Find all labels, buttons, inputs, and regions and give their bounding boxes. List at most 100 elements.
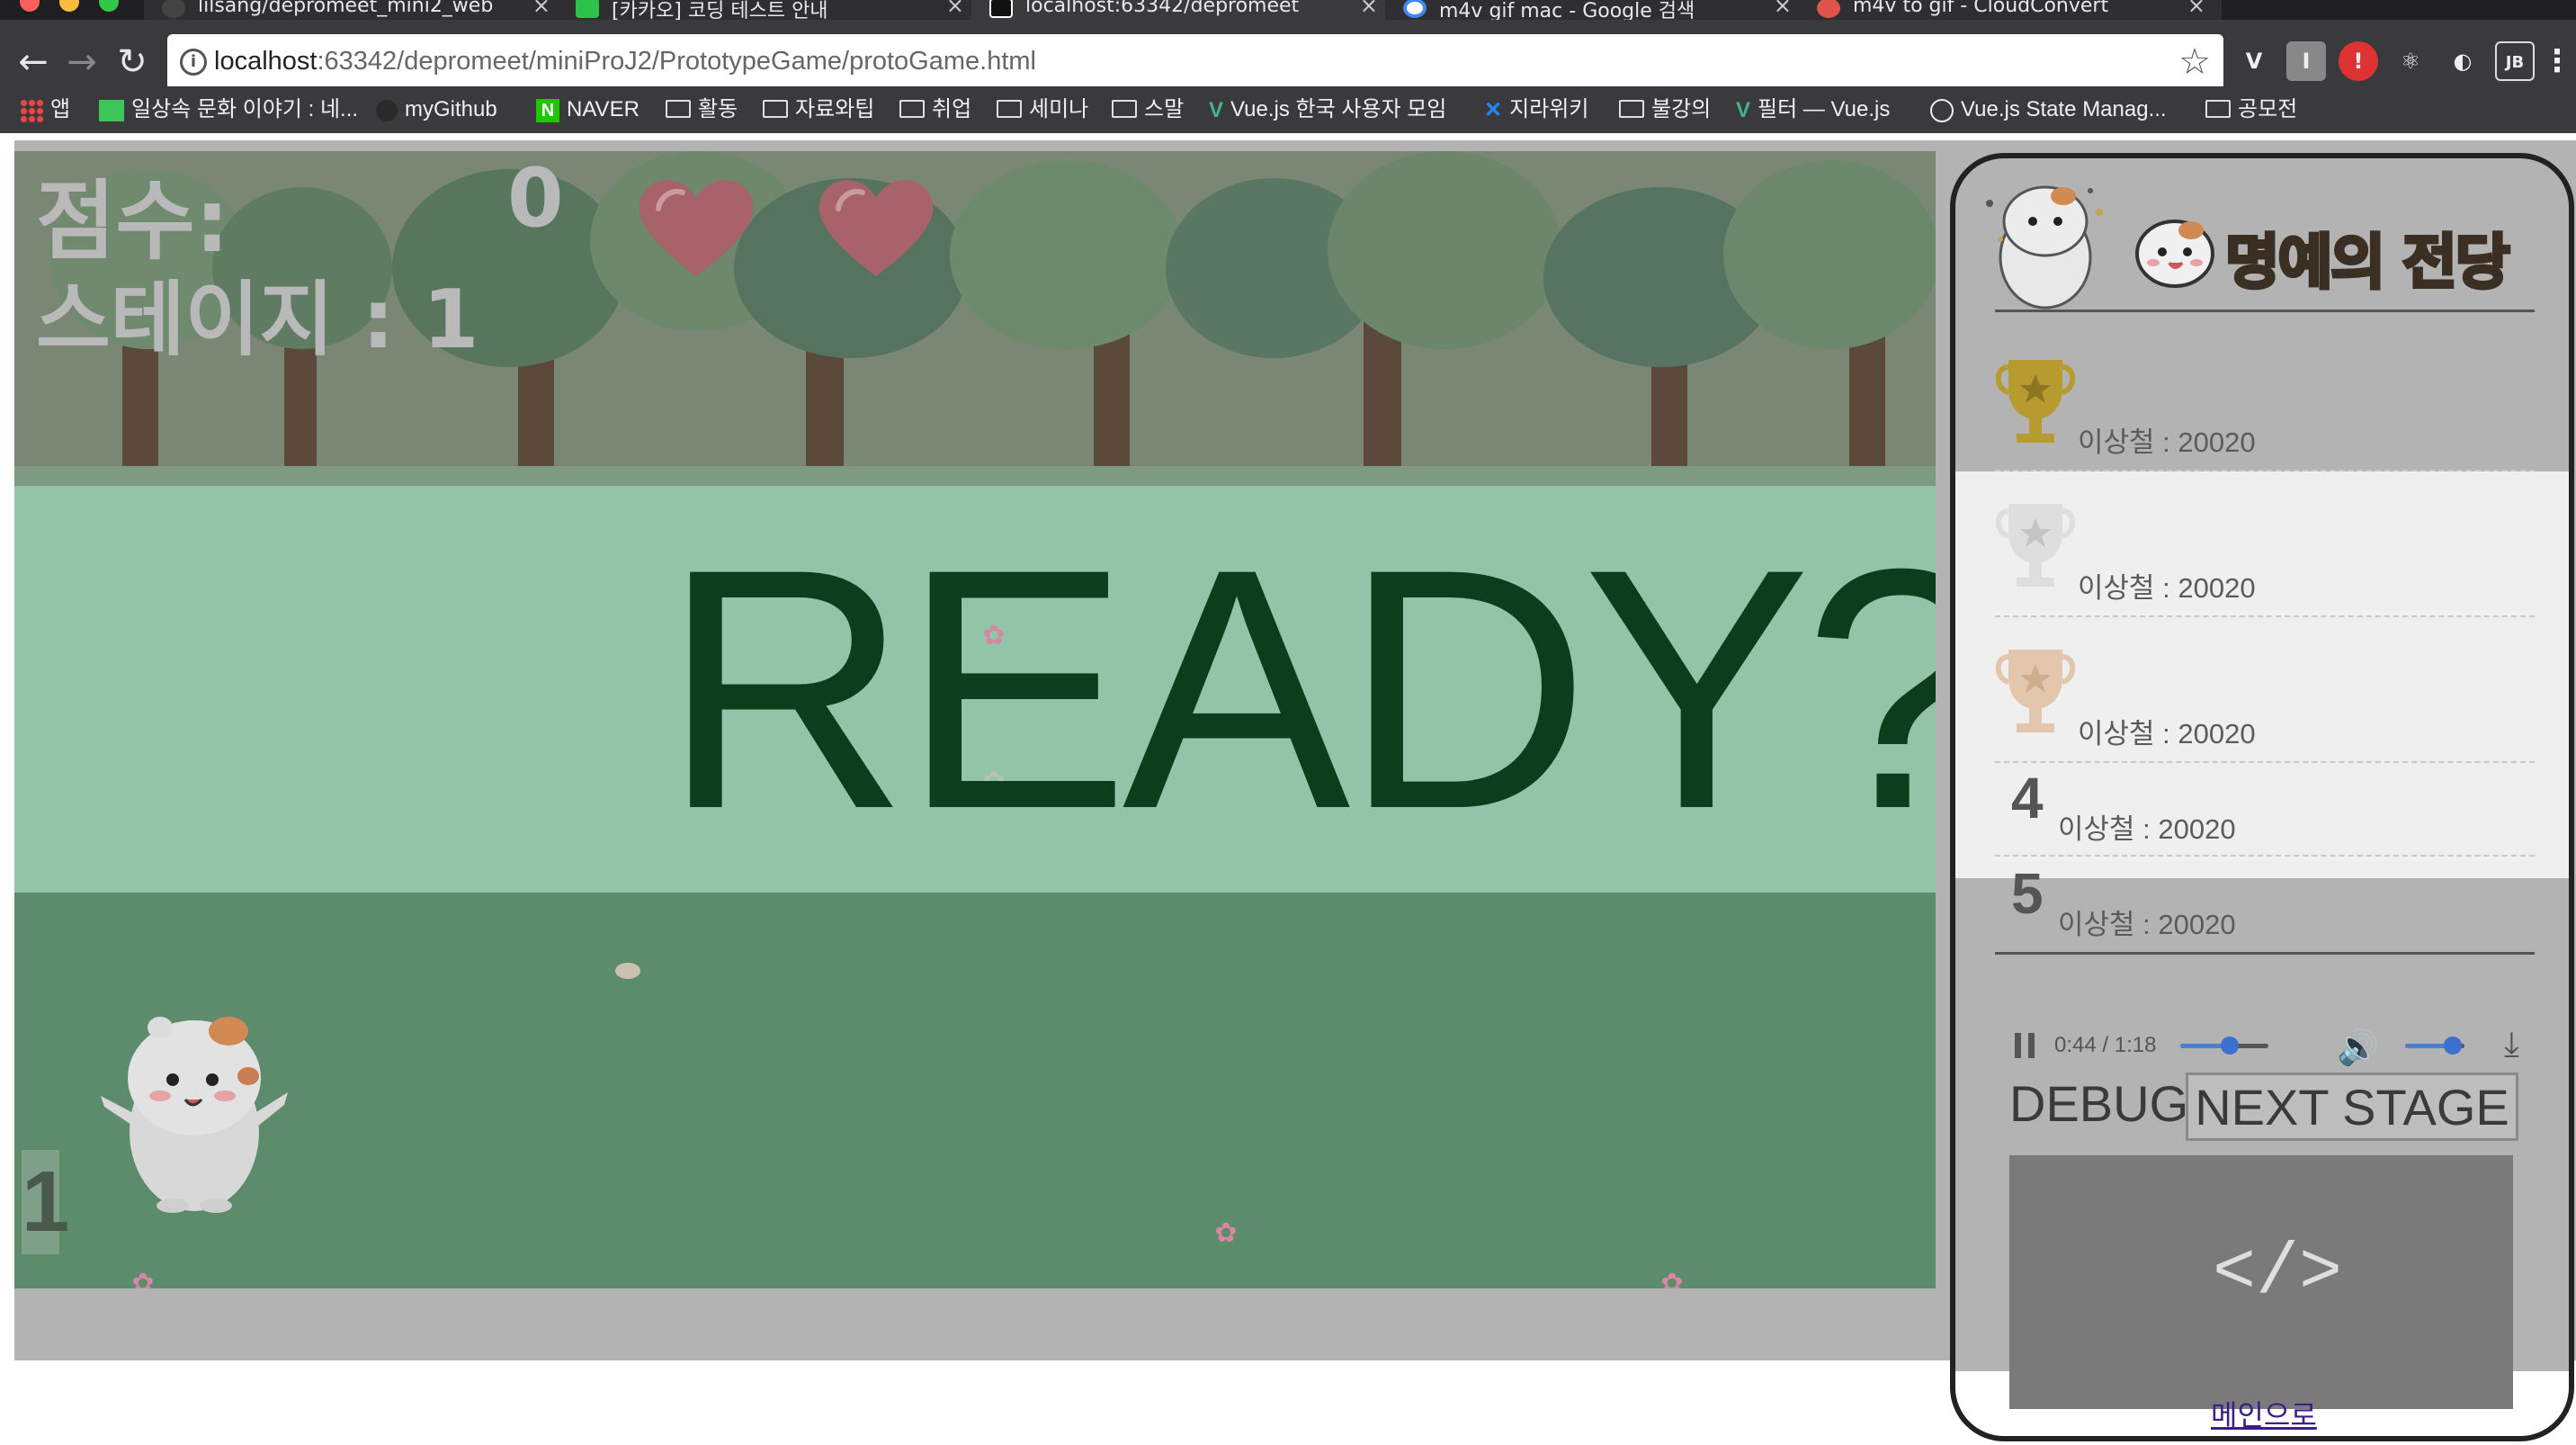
tab-cloudconvert[interactable]: m4v to gif - CloudConvert × [1799,0,2222,20]
vue-devtools-icon[interactable]: V [2234,41,2274,81]
close-icon[interactable]: × [946,0,964,18]
info-icon[interactable]: i [180,49,207,76]
download-icon[interactable]: ⤓ [2504,1024,2519,1064]
bookmark-folder[interactable]: 공모전 [2205,95,2297,124]
bookmark-naver[interactable]: N NAVER [536,95,640,124]
rank-separator [1995,761,2535,763]
ready-overlay: READY? [14,486,1936,893]
bookmark-jira[interactable]: ✕ 지라위키 [1484,95,1588,124]
tab-github[interactable]: lilsang/depromeet_mini2_web × [144,0,567,20]
close-icon[interactable]: × [532,0,550,18]
tab-title: localhost:63342/depromeet [1025,0,1300,17]
audio-time: 0:44 / 1:18 [2054,1033,2157,1057]
page-content: 점수: 0 스테이지 : 1 ✿ ✿ ✿ ✿ [0,133,2576,1445]
bookmark-label: 일상속 문화 이야기 : 네... [131,97,359,121]
url-host: localhost [214,47,318,76]
reload-button[interactable]: ↻ [110,40,155,85]
close-icon[interactable]: × [1360,0,1378,18]
bookmark-blog[interactable]: 일상속 문화 이야기 : 네... [99,95,358,124]
stage-label: 스테이지 : 1 [36,273,479,367]
bookmark-github[interactable]: myGithub [376,95,497,124]
hall-of-fame-title: 명예의 전당 [2223,226,2512,299]
hamster-player [101,1017,288,1213]
code-embed[interactable]: </> [2009,1155,2513,1409]
score-value: 0 [507,151,564,246]
address-bar[interactable]: i localhost:63342/depromeet/miniProJ2/Pr… [167,34,2223,90]
close-window-button[interactable] [20,0,40,12]
tab-google[interactable]: m4v gif mac - Google 검색 × [1385,0,1808,20]
bookmark-label: myGithub [405,97,497,121]
divider [1995,952,2535,955]
tab-kakao[interactable]: [카카오] 코딩 테스트 안내 × [558,0,980,20]
vue-icon: V [1209,97,1224,122]
zoom-window-button[interactable] [99,0,119,12]
folder-icon [1112,99,1137,118]
bookmark-label: 공모전 [2238,97,2298,121]
folder-icon [899,99,925,118]
rank-number: 5 [2011,861,2044,926]
bookmark-star-icon[interactable]: ☆ [2178,41,2211,83]
rank-number: 4 [2011,766,2044,830]
bookmark-label: 취업 [932,97,972,121]
rank-separator [1995,615,2535,617]
bookmark-label: 필터 — Vue.js [1758,97,1891,121]
game-canvas[interactable]: 점수: 0 스테이지 : 1 ✿ ✿ ✿ ✿ [14,151,1936,1288]
debug-button[interactable]: DEBUG [2009,1074,2188,1133]
flower-icon: ✿ [1214,1217,1238,1249]
tree-canopy [950,160,1184,349]
flower-icon: ✿ [1660,1268,1684,1289]
bookmark-apps[interactable]: 앱 [20,95,70,124]
bookmark-label: 자료와팁 [795,97,875,121]
volume-knob[interactable] [2443,1037,2462,1055]
bookmark-folder[interactable]: 활동 [666,95,738,124]
react-devtools-icon[interactable]: ⚛ [2391,41,2430,81]
tree-canopy [1723,160,1936,349]
rank-entry: 이상철 : 20020 [2078,572,2256,604]
bookmark-label: NAVER [567,97,640,121]
bookmark-label: 스말 [1144,97,1185,121]
bookmark-vue-filter[interactable]: V 필터 — Vue.js [1736,95,1890,124]
naver-icon: N [536,98,559,122]
kakao-icon [576,0,599,18]
close-icon[interactable]: × [2187,0,2205,18]
extension-circle-icon[interactable]: ◐ [2443,41,2482,81]
github-icon [162,0,185,18]
folder-icon [666,99,691,118]
rank-entry: 이상철 : 20020 [2078,718,2256,749]
bookmark-label: 앱 [50,97,71,121]
minimize-window-button[interactable] [59,0,79,12]
tab-localhost[interactable]: localhost:63342/depromeet × [971,0,1394,20]
audio-seek-knob[interactable] [2220,1037,2239,1055]
bookmark-folder[interactable]: 취업 [899,95,971,124]
bookmark-folder[interactable]: 불강의 [1619,95,1711,124]
apps-icon [20,98,43,122]
jetbrains-icon[interactable]: JB [2495,41,2535,81]
naver-blog-icon [99,99,124,121]
next-stage-button[interactable]: NEXT STAGE [2186,1073,2518,1141]
bookmark-vuex[interactable]: Vue.js State Manag... [1930,95,2167,124]
tab-title: m4v to gif - CloudConvert [1853,0,2109,17]
url-text[interactable]: localhost:63342/depromeet/miniProJ2/Prot… [214,47,1036,76]
hall-of-fame-panel: 명예의 전당 이상철 : 20020 이상철 : 20020 이상철: 200… [1950,153,2574,1441]
close-icon[interactable]: × [1774,0,1792,18]
back-button[interactable]: ← [11,40,56,85]
bookmark-folder[interactable]: 스말 [1112,95,1184,124]
forward-button[interactable]: → [59,40,104,85]
bookmark-vue-korea[interactable]: V Vue.js 한국 사용자 모임 [1209,95,1446,124]
main-page-link[interactable]: 메인으로 [2211,1393,2317,1434]
menu-kebab-icon[interactable]: ⋮ [2542,41,2572,81]
bookmark-label: 세미나 [1029,97,1089,121]
folder-icon [2205,99,2231,118]
pause-icon[interactable] [2015,1033,2035,1058]
pebble [615,963,640,979]
bookmark-label: 활동 [698,97,738,121]
extension-icon[interactable]: I [2286,41,2326,81]
vue-icon [1930,98,1954,122]
bookmark-folder[interactable]: 세미나 [997,95,1088,124]
volume-icon[interactable]: 🔊 [2337,1028,2379,1068]
rank-entry: 이상철 : 20020 [2058,909,2236,940]
bronze-trophy-icon [1995,650,2076,732]
adblock-icon[interactable]: ! [2339,41,2378,81]
bookmark-folder[interactable]: 자료와팁 [763,95,874,124]
bookmarks-bar: 앱 일상속 문화 이야기 : 네... myGithub N NAVER 활동 자… [0,86,2576,133]
